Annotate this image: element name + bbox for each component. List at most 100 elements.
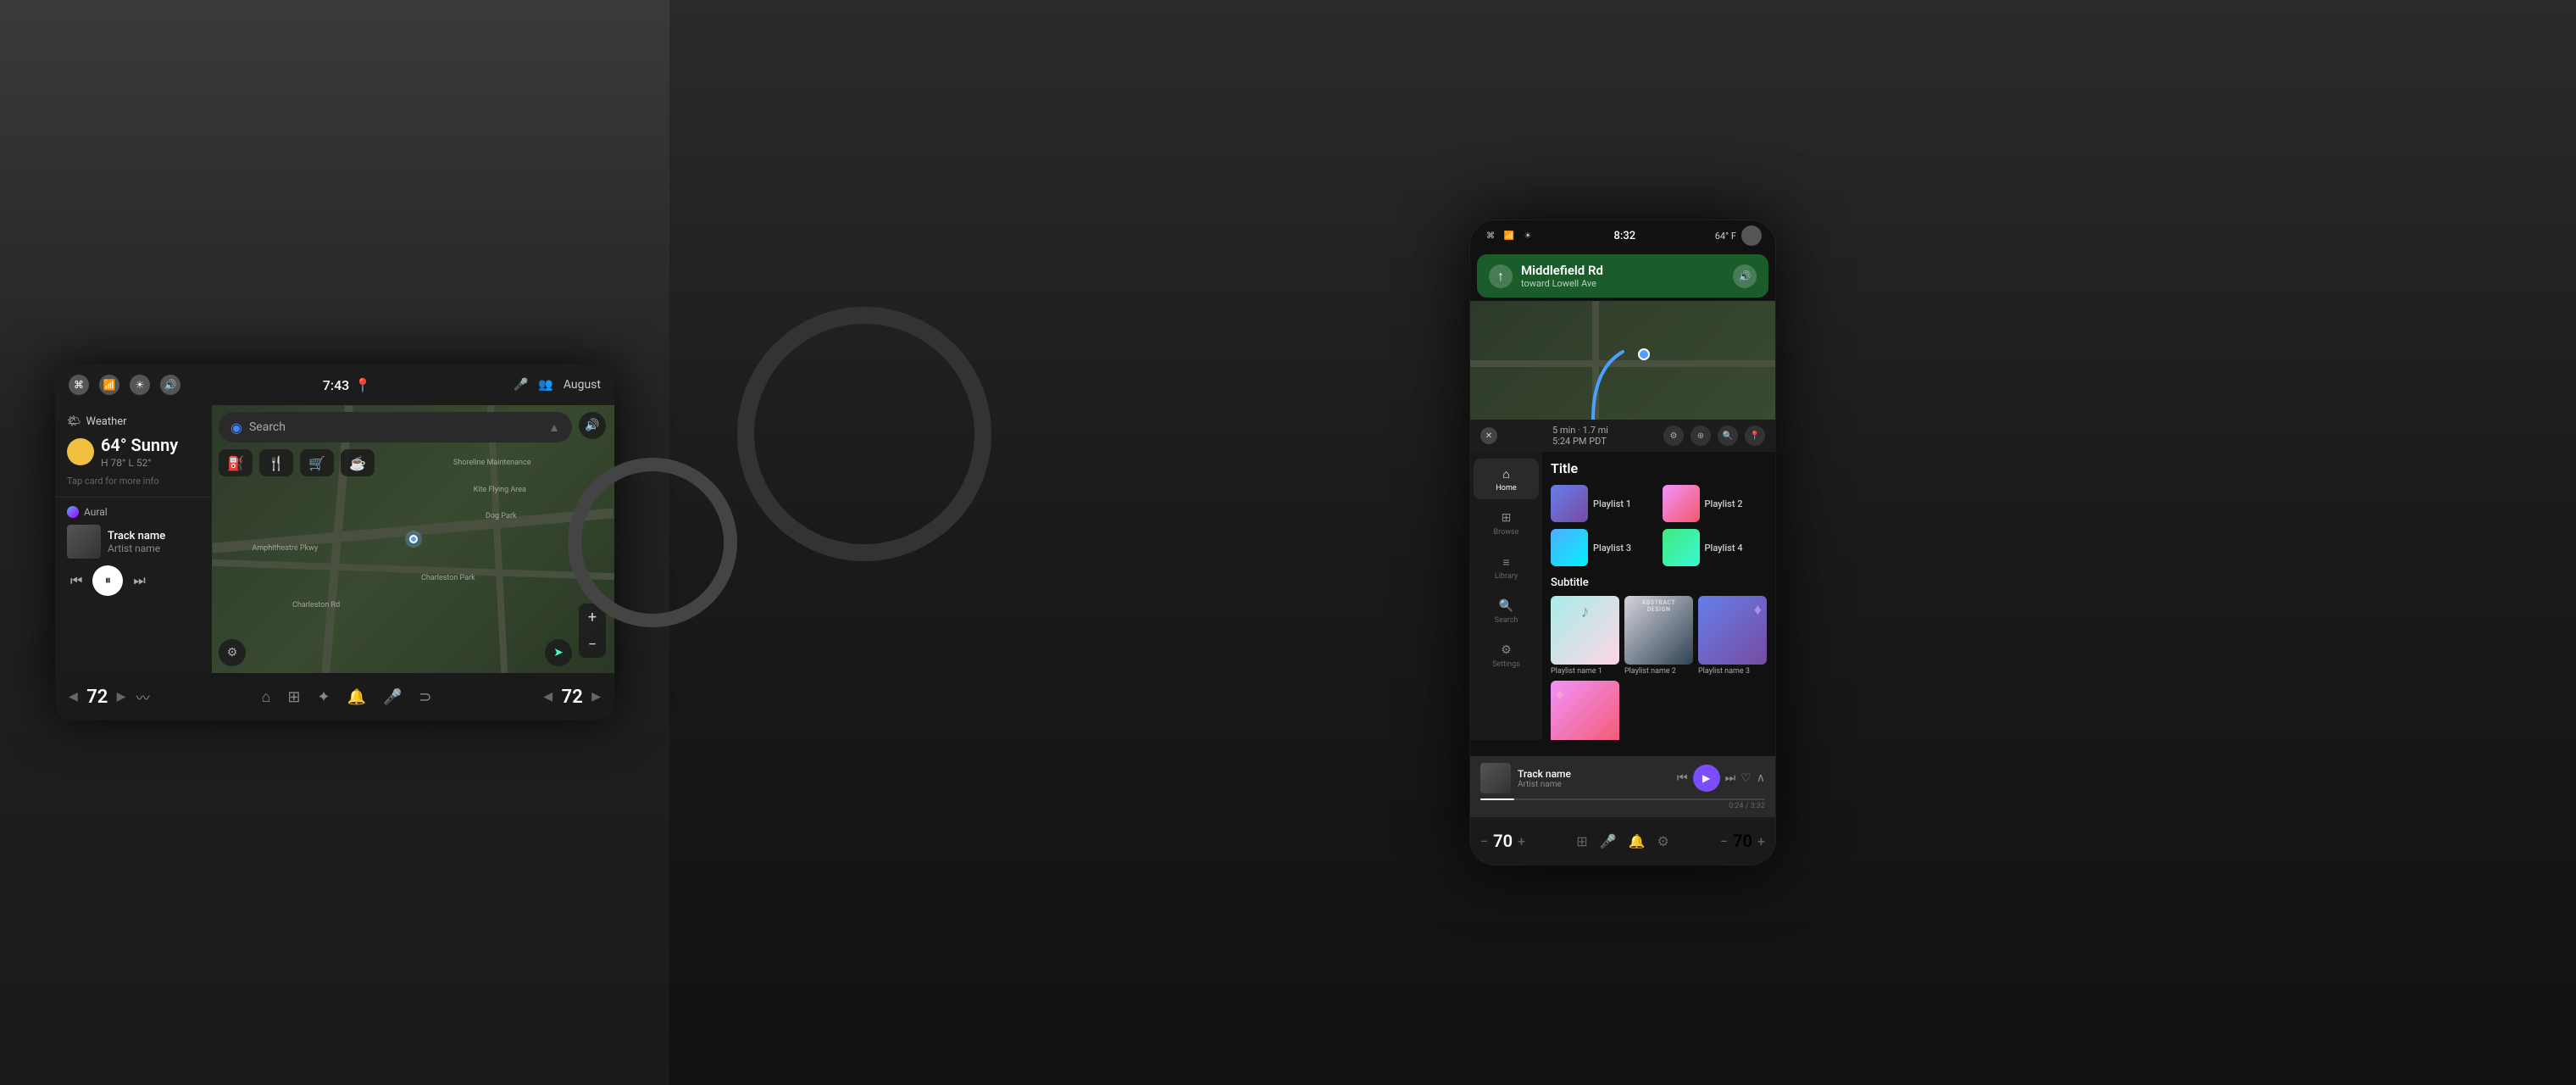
map-settings-button[interactable]: ⚙ (219, 639, 246, 666)
album-item-3[interactable]: ♦ Playlist name 3 (1698, 596, 1767, 676)
phone-temp-right: − 70 + (1720, 831, 1765, 851)
phone-bottom-bar: − 70 + ⊞ 🎤 🔔 ⚙ − 70 + (1470, 817, 1775, 865)
sidebar-item-home[interactable]: ⌂ Home (1474, 459, 1539, 499)
map-area[interactable]: Shoreline Maintenance Kite Flying Area D… (212, 405, 614, 673)
phone-temp-left: − 70 + (1480, 831, 1525, 851)
player-next-button[interactable]: ⏭ (1725, 771, 1736, 785)
player-expand-button[interactable]: ∧ (1757, 771, 1765, 785)
playlist-item-4[interactable]: Playlist 4 (1663, 529, 1768, 566)
album-name-1: Playlist name 1 (1551, 667, 1619, 676)
apps-button[interactable]: ⊞ (287, 688, 300, 706)
weather-card[interactable]: 🌤 Weather 64° Sunny H 78° L 52° Tap card… (55, 405, 212, 498)
mic-icon[interactable]: 🎤 (514, 378, 528, 392)
album-item-1[interactable]: ♪ Playlist name 1 (1551, 596, 1619, 676)
play-pause-button[interactable]: ⏸ (92, 565, 123, 596)
phone-signal-icon: 📶 (1502, 229, 1516, 242)
temp-left-minus-button[interactable]: − (1480, 833, 1488, 849)
temp-right-plus-button[interactable]: + (1757, 833, 1765, 849)
content-subtitle: Subtitle (1551, 576, 1767, 589)
temp-left-decrease-button[interactable]: ◀ (69, 690, 78, 704)
temp-left-increase-button[interactable]: ▶ (117, 690, 126, 704)
phone-mic-button[interactable]: 🎤 (1600, 833, 1617, 849)
map-label-charleston-rd: Charleston Rd (292, 601, 340, 609)
nav-eta-time: 5:24 PM PDT (1552, 436, 1608, 447)
playlist-name-4: Playlist 4 (1705, 542, 1743, 554)
volume-icon: 🔊 (160, 375, 180, 395)
map-search-bar[interactable]: ◉ Search ▲ (219, 412, 572, 442)
temp-left-plus-button[interactable]: + (1518, 833, 1525, 849)
status-bar: ⌘ 📶 ☀ 🔊 7:43 📍 🎤 👥 August (55, 364, 614, 405)
phone-settings-button[interactable]: ⚙ (1657, 833, 1668, 849)
player-play-button[interactable]: ▶ (1693, 765, 1720, 792)
album-item-2[interactable]: ABSTRACTDESIGN Playlist name 2 (1624, 596, 1693, 676)
phone-status-bar: ⌘ 📶 ☀ 8:32 64° F (1470, 220, 1775, 251)
defrost-icon[interactable]: 〰 (136, 687, 150, 707)
poi-gas-button[interactable]: ⛽ (219, 449, 253, 476)
player-like-button[interactable]: ♡ (1740, 771, 1752, 785)
poi-food-button[interactable]: 🍴 (259, 449, 293, 476)
map-label-charleston-park: Charleston Park (421, 574, 475, 582)
library-icon: ≡ (1498, 554, 1515, 570)
playlist-name-3: Playlist 3 (1593, 542, 1631, 554)
fan-button[interactable]: ✦ (317, 688, 330, 706)
nav-direction-icon: ↑ (1489, 264, 1513, 288)
playlist-item-3[interactable]: Playlist 3 (1551, 529, 1656, 566)
route-svg (1470, 301, 1775, 420)
album-item-4[interactable]: ♦ Playlist name 4 (1551, 681, 1619, 740)
bluetooth-icon: ⌘ (69, 375, 89, 395)
weather-title: 🌤 Weather (67, 415, 200, 428)
phone-bell-button[interactable]: 🔔 (1629, 833, 1646, 849)
bottom-bar: ◀ 72 ▶ 〰 ⌂ ⊞ ✦ 🔔 🎤 ⊃ ◀ 72 ▶ (55, 673, 614, 721)
sidebar-item-settings[interactable]: ⚙ Settings (1474, 635, 1539, 676)
phone-player: Track name Artist name ⏮ ▶ ⏭ ♡ ∧ 0:24 / (1470, 756, 1775, 817)
music-card: Aural Track name Artist name ⏮ ⏸ ⏭ (55, 498, 212, 673)
navigation-card[interactable]: ↑ Middlefield Rd toward Lowell Ave 🔊 (1477, 254, 1768, 298)
nav-sound-button[interactable]: 🔊 (1733, 264, 1757, 288)
player-artist-name: Artist name (1518, 780, 1670, 789)
playlist-item-2[interactable]: Playlist 2 (1663, 485, 1768, 522)
album-name-3: Playlist name 3 (1698, 667, 1767, 676)
map-sound-button[interactable]: 🔊 (579, 412, 606, 439)
notifications-button[interactable]: 🔔 (347, 688, 366, 706)
nav-routes-button[interactable]: ⊕ (1690, 426, 1711, 446)
nav-search-button[interactable]: 🔍 (1718, 426, 1738, 446)
map-label-amphitheatre: Amphitheatre Pkwy (253, 544, 319, 553)
sidebar-item-library[interactable]: ≡ Library (1474, 547, 1539, 587)
collapse-arrow-icon[interactable]: ▲ (548, 420, 560, 435)
album-grid: ♪ Playlist name 1 ABSTRACTDESIGN Playlis… (1551, 596, 1767, 740)
phone-temp-right-val: 70 (1733, 831, 1752, 851)
music-controls: ⏮ ⏸ ⏭ (67, 565, 200, 596)
player-progress-bar[interactable] (1480, 798, 1765, 800)
phone-map[interactable] (1470, 301, 1775, 420)
playlist-item-1[interactable]: Playlist 1 (1551, 485, 1656, 522)
nav-close-button[interactable]: ✕ (1480, 427, 1497, 444)
zoom-out-button[interactable]: − (579, 631, 606, 658)
temp-right-decrease-button[interactable]: ◀ (543, 690, 552, 704)
poi-shopping-button[interactable]: 🛒 (300, 449, 334, 476)
user-label[interactable]: August (564, 378, 601, 392)
poi-coffee-button[interactable]: ☕ (341, 449, 375, 476)
status-right: 🎤 👥 August (514, 378, 601, 392)
nav-settings-button[interactable]: ⚙ (1663, 426, 1684, 446)
playlist-thumb-3 (1551, 529, 1588, 566)
left-sidebar: 🌤 Weather 64° Sunny H 78° L 52° Tap card… (55, 405, 212, 673)
phone-content: Title Playlist 1 Playlist 2 Playlist 3 (1542, 452, 1775, 740)
phone-grid-button[interactable]: ⊞ (1576, 833, 1587, 849)
prev-track-button[interactable]: ⏮ (70, 572, 82, 589)
player-time-row: 0:24 / 3:32 (1480, 802, 1765, 810)
player-time-display: 0:24 / 3:32 (1729, 802, 1765, 810)
home-button[interactable]: ⌂ (262, 688, 271, 706)
seat-button[interactable]: ⊃ (419, 688, 431, 706)
nav-pin-button[interactable]: 📍 (1745, 426, 1765, 446)
navigate-button[interactable]: ➤ (545, 639, 572, 666)
next-track-button[interactable]: ⏭ (133, 572, 145, 589)
player-prev-button[interactable]: ⏮ (1677, 771, 1688, 785)
phone-status-icons: ⌘ 📶 ☀ (1484, 229, 1535, 242)
sidebar-item-browse[interactable]: ⊞ Browse (1474, 503, 1539, 543)
sidebar-item-search[interactable]: 🔍 Search (1474, 591, 1539, 632)
browse-icon: ⊞ (1498, 509, 1515, 526)
temp-right-minus-button[interactable]: − (1720, 833, 1728, 849)
voice-button[interactable]: 🎤 (383, 688, 402, 706)
temp-right-increase-button[interactable]: ▶ (591, 690, 601, 704)
left-panel: ⌘ 📶 ☀ 🔊 7:43 📍 🎤 👥 August (0, 0, 669, 1085)
